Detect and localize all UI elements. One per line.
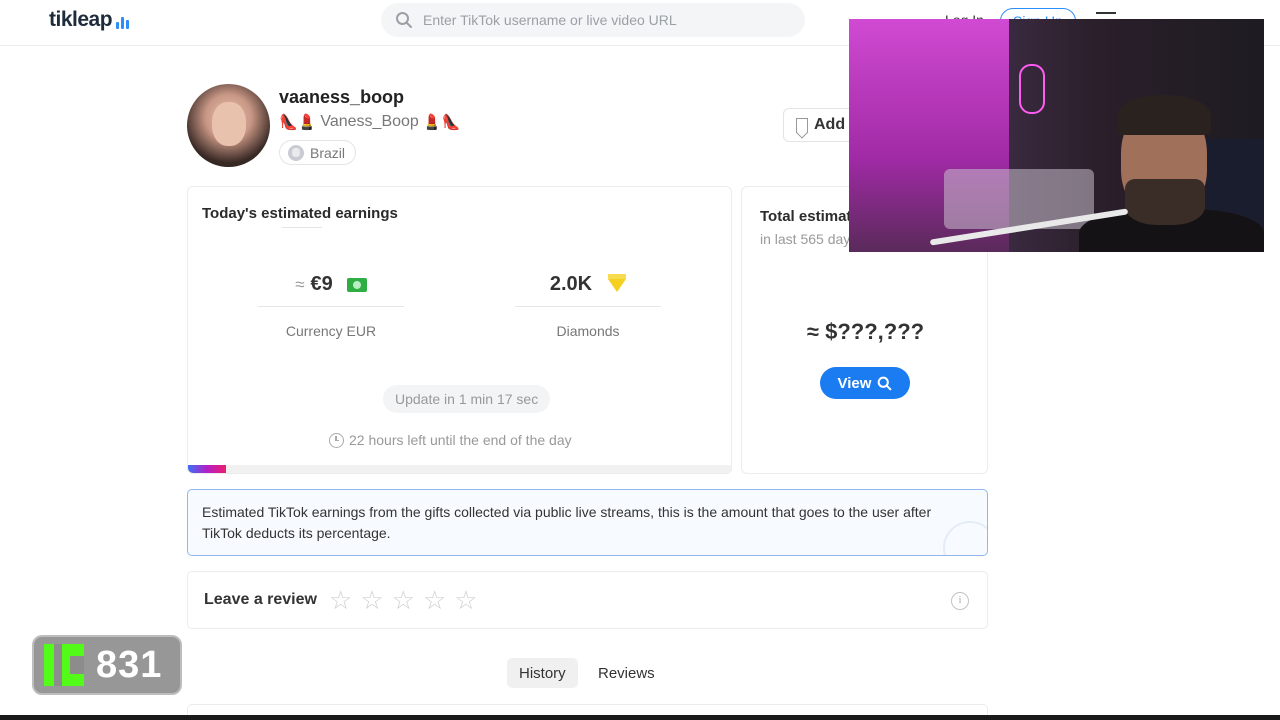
money-icon (346, 277, 367, 292)
emoji-left: 👠💄 (279, 114, 317, 131)
kick-viewer-count: 831 (96, 643, 163, 686)
search-input[interactable] (423, 12, 783, 28)
approx-symbol: ≈ (295, 274, 305, 294)
total-earnings-value: ≈ $???,??? (806, 319, 925, 344)
search-icon (878, 376, 892, 390)
country-label: Brazil (310, 144, 346, 161)
webcam-overlay (849, 19, 1264, 252)
globe-icon (288, 144, 304, 161)
today-earnings-card: Today's estimated earnings ≈ €9 Currency… (187, 186, 732, 474)
diamonds-metric: 2.0K Diamonds (515, 273, 661, 339)
kick-logo-icon (44, 644, 84, 686)
diamonds-value: 2.0K (549, 273, 593, 295)
kick-viewer-badge: 831 (32, 635, 182, 695)
search-icon (396, 12, 412, 28)
bottom-edge-bar (0, 715, 1280, 720)
country-badge: Brazil (279, 140, 357, 165)
review-box: Leave a review ☆ ☆ ☆ ☆ ☆ i (187, 571, 988, 629)
title-underline (282, 227, 322, 228)
tab-history[interactable]: History (507, 658, 578, 688)
star-icon[interactable]: ☆ (423, 587, 446, 613)
logo-text: tikleap (49, 8, 113, 31)
emoji-right: 💄👠 (422, 114, 461, 131)
star-icon[interactable]: ☆ (329, 587, 352, 613)
currency-metric: ≈ €9 Currency EUR (258, 273, 404, 339)
day-progress-bar (188, 465, 731, 473)
site-logo[interactable]: tikleap (49, 8, 130, 32)
info-text: Estimated TikTok earnings from the gifts… (202, 504, 932, 541)
view-label: View (837, 374, 872, 392)
view-button[interactable]: View (820, 367, 910, 399)
total-earnings-subtitle: in last 565 days (760, 231, 858, 247)
decorative-circle-icon (943, 521, 987, 555)
time-left-text: 22 hours left until the end of the day (349, 432, 572, 448)
display-name-text: Vaness_Boop (320, 113, 419, 130)
search-bar[interactable] (381, 3, 805, 37)
review-label: Leave a review (204, 591, 317, 608)
currency-label: Currency EUR (285, 323, 377, 339)
info-icon[interactable]: i (951, 592, 969, 610)
add-label: Add (814, 116, 846, 133)
star-icon[interactable]: ☆ (392, 587, 415, 613)
clock-icon (329, 432, 344, 448)
update-countdown: Update in 1 min 17 sec (383, 385, 551, 413)
star-icon[interactable]: ☆ (360, 587, 383, 613)
profile-display-name: 👠💄 Vaness_Boop 💄👠 (279, 113, 460, 131)
star-icon[interactable]: ☆ (454, 587, 477, 613)
time-left: 22 hours left until the end of the day (329, 432, 572, 448)
logo-bars-icon (116, 15, 130, 29)
star-rating[interactable]: ☆ ☆ ☆ ☆ ☆ (329, 587, 478, 613)
diamond-icon (608, 274, 627, 292)
earnings-info-box: Estimated TikTok earnings from the gifts… (187, 489, 988, 556)
bookmark-icon (796, 117, 808, 133)
tab-reviews[interactable]: Reviews (586, 658, 667, 688)
profile-username: vaaness_boop (279, 87, 405, 107)
diamonds-label: Diamonds (556, 323, 620, 339)
currency-value: €9 (310, 273, 333, 295)
avatar (187, 84, 270, 167)
today-earnings-title: Today's estimated earnings (202, 205, 398, 222)
day-progress-fill (188, 465, 227, 473)
